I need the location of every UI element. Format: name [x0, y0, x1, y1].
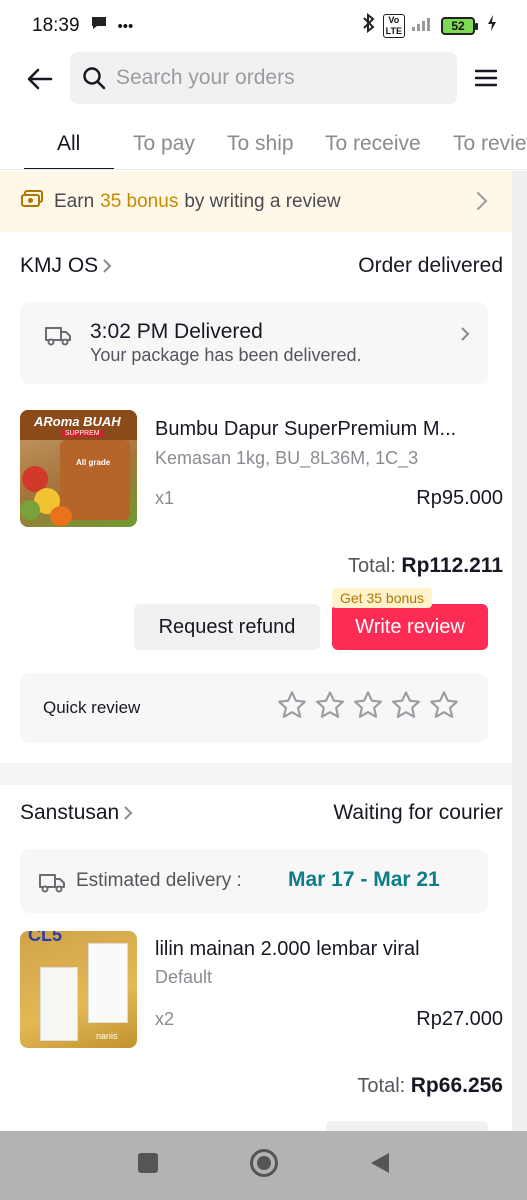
banner-suffix: by writing a review [184, 190, 341, 212]
review-bonus-banner[interactable]: Earn 35 bonus by writing a review [0, 171, 512, 232]
search-icon [83, 67, 106, 90]
request-refund-button[interactable]: Request refund [134, 604, 320, 650]
star-icon[interactable] [352, 689, 384, 721]
bonus-tag: Get 35 bonus [332, 588, 433, 608]
product-image-sub: SUPPREM [62, 430, 103, 437]
chevron-right-icon [103, 259, 112, 273]
estimated-delivery-label: Estimated delivery : [76, 870, 242, 891]
order-status: Waiting for courier [333, 801, 503, 824]
product-image-label: CL5 [28, 931, 63, 945]
product-image-watermark: nanis [96, 1031, 118, 1041]
recents-button[interactable] [137, 1152, 159, 1179]
hamburger-menu-icon [475, 69, 497, 87]
order-2-header: Sanstusan Waiting for courier [20, 801, 503, 825]
back-button[interactable] [20, 59, 60, 99]
square-icon [137, 1153, 158, 1173]
home-button[interactable] [249, 1148, 279, 1183]
tab-all[interactable]: All [23, 120, 116, 169]
signal-icon [411, 14, 435, 38]
bluetooth-icon [361, 12, 377, 39]
shop-name-link[interactable]: KMJ OS [20, 254, 112, 278]
search-input[interactable] [116, 66, 436, 90]
product-quantity: x1 [155, 488, 175, 508]
order-total: Total: Rp112.211 [348, 554, 503, 578]
section-divider [0, 763, 527, 785]
total-label: Total: [348, 555, 396, 577]
menu-button[interactable] [471, 63, 501, 93]
tab-to-ship[interactable]: To ship [227, 120, 294, 169]
tab-to-review[interactable]: To review [453, 120, 527, 169]
status-time: 18:39 [32, 15, 80, 36]
arrow-left-icon [27, 68, 53, 90]
nav-back-button[interactable] [369, 1151, 391, 1180]
tab-to-receive[interactable]: To receive [325, 120, 421, 169]
star-rating [276, 689, 460, 721]
banner-bonus: 35 bonus [100, 190, 179, 212]
chat-bubble-icon [90, 14, 108, 38]
star-icon[interactable] [276, 689, 308, 721]
total-value: Rp112.211 [401, 554, 503, 577]
write-review-button[interactable]: Write review [332, 604, 488, 650]
banner-prefix: Earn [54, 190, 95, 212]
triangle-back-icon [370, 1153, 389, 1173]
product-image-brand: ARoma BUAH [34, 414, 121, 429]
shop-name: KMJ OS [20, 254, 99, 277]
system-nav-bar [0, 1131, 527, 1200]
chevron-right-icon [460, 326, 470, 347]
coins-icon [20, 189, 44, 215]
product-name[interactable]: lilin mainan 2.000 lembar viral [155, 938, 490, 961]
product-image[interactable]: CL5 nanis [20, 931, 137, 1048]
status-bar: 18:39 ••• Vo LTE 52 [0, 0, 527, 52]
search-bar[interactable] [70, 52, 457, 104]
product-price: Rp95.000 [416, 487, 503, 509]
battery-icon: 52 [441, 17, 478, 35]
delivery-status-box[interactable]: 3:02 PM Delivered Your package has been … [20, 302, 488, 384]
delivery-title: 3:02 PM Delivered [90, 320, 263, 343]
order-total: Total: Rp66.256 [357, 1074, 503, 1098]
product-name[interactable]: Bumbu Dapur SuperPremium M... [155, 418, 490, 441]
volte-icon: Vo LTE [382, 14, 405, 38]
scrollbar[interactable] [512, 171, 527, 1131]
tab-to-pay[interactable]: To pay [133, 120, 195, 169]
quick-review-label: Quick review [43, 698, 141, 717]
charging-icon [487, 14, 497, 38]
estimated-delivery-box[interactable]: Estimated delivery : Mar 17 - Mar 21 [20, 849, 488, 913]
product-price: Rp27.000 [416, 1008, 503, 1030]
order-tabs: All To pay To ship To receive To review [0, 120, 527, 170]
header [0, 52, 527, 106]
star-icon[interactable] [314, 689, 346, 721]
quick-review-box: Quick review [20, 673, 488, 743]
circle-icon [249, 1149, 278, 1177]
shop-name-link[interactable]: Sanstusan [20, 801, 133, 825]
order-status: Order delivered [358, 254, 503, 277]
product-variant: Default [155, 967, 213, 987]
total-value: Rp66.256 [410, 1074, 503, 1097]
delivery-truck-icon [44, 324, 72, 351]
product-image[interactable]: ARoma BUAH SUPPREM All grade [20, 410, 137, 527]
screen: 18:39 ••• Vo LTE 52 Search your orders A… [0, 0, 527, 1200]
shop-name: Sanstusan [20, 801, 120, 824]
order-1-header: KMJ OS Order delivered [20, 254, 503, 278]
delivery-subtitle: Your package has been delivered. [90, 345, 362, 365]
product-image-grade: All grade [76, 458, 111, 467]
star-icon[interactable] [390, 689, 422, 721]
delivery-truck-icon [38, 871, 66, 898]
chevron-right-icon [124, 806, 133, 820]
more-dots: ••• [117, 17, 134, 35]
total-label: Total: [357, 1075, 406, 1097]
star-icon[interactable] [428, 689, 460, 721]
product-quantity: x2 [155, 1009, 175, 1029]
chevron-right-icon [476, 191, 488, 217]
product-variant: Kemasan 1kg, BU_8L36M, 1C_3 [155, 448, 419, 468]
estimated-delivery-dates: Mar 17 - Mar 21 [288, 868, 440, 891]
